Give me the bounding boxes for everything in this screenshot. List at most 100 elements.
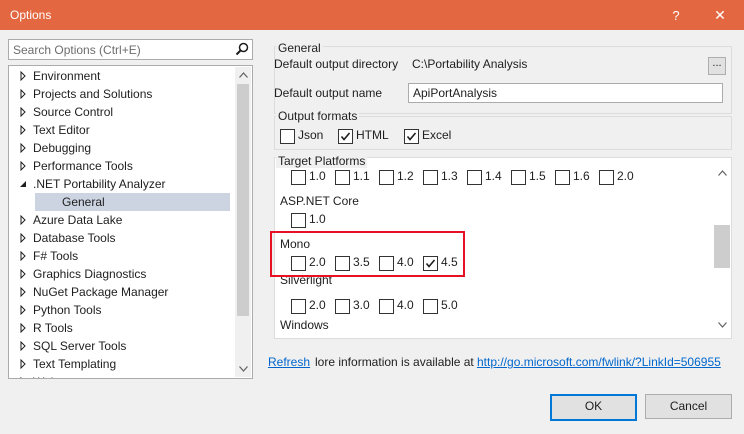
chevron-down-icon [718, 322, 727, 328]
windows-heading: Windows [280, 318, 329, 332]
collapsed-arrow-icon[interactable] [19, 251, 28, 261]
tree-item-label: Source Control [33, 105, 114, 119]
tree-item[interactable]: Web [10, 373, 233, 379]
silverlight-version-checkbox[interactable] [335, 299, 350, 314]
checkmark-icon [340, 132, 351, 141]
aspnet-version-checkbox[interactable] [291, 213, 306, 228]
platform-version-checkbox[interactable] [511, 170, 526, 185]
tree-item-label: Debugging [33, 141, 92, 155]
collapsed-arrow-icon[interactable] [19, 143, 28, 153]
tree-item-label: R Tools [33, 321, 73, 335]
options-dialog: Search Options (Ctrl+E) Environment Proje… [0, 30, 744, 434]
tree-item[interactable]: .NET Portability Analyzer [10, 175, 233, 193]
browse-button[interactable]: ... [708, 57, 726, 75]
collapsed-arrow-icon[interactable] [19, 215, 28, 225]
tree-item[interactable]: Graphics Diagnostics [10, 265, 233, 283]
tree-item[interactable]: Source Control [10, 103, 233, 121]
tree-item[interactable]: Projects and Solutions [10, 85, 233, 103]
platform-version-checkbox[interactable] [379, 170, 394, 185]
scroll-thumb[interactable] [237, 84, 249, 316]
platform-version-checkbox[interactable] [335, 170, 350, 185]
format-excel-label: Excel [422, 128, 452, 142]
tree-item[interactable]: NuGet Package Manager [10, 283, 233, 301]
refresh-link[interactable]: Refresh [268, 355, 310, 369]
help-icon: ? [672, 7, 680, 23]
platform-version-label: 1.1 [353, 169, 370, 183]
silverlight-version-checkbox[interactable] [379, 299, 394, 314]
output-dir-value: C:\Portability Analysis [412, 57, 528, 71]
collapsed-arrow-icon[interactable] [19, 341, 28, 351]
platform-version-label: 1.4 [485, 169, 502, 183]
collapsed-arrow-icon[interactable] [19, 89, 28, 99]
platform-version-label: 1.6 [573, 169, 590, 183]
tree-scrollbar[interactable] [235, 67, 251, 377]
silverlight-version-checkbox[interactable] [291, 299, 306, 314]
platform-version-checkbox[interactable] [467, 170, 482, 185]
title-bar: Options ? ✕ [0, 0, 744, 30]
collapsed-arrow-icon[interactable] [19, 269, 28, 279]
tree-item-label: Text Templating [33, 357, 117, 371]
tree-item[interactable]: Text Editor [10, 121, 233, 139]
platform-version-checkbox[interactable] [423, 170, 438, 185]
output-name-label: Default output name [274, 86, 383, 100]
tree-item[interactable]: Python Tools [10, 301, 233, 319]
tree-item[interactable]: Database Tools [10, 229, 233, 247]
format-html-checkbox[interactable] [338, 129, 353, 144]
tree-item[interactable]: General [35, 193, 230, 211]
collapsed-arrow-icon[interactable] [19, 377, 28, 379]
platform-version-checkbox[interactable] [291, 170, 306, 185]
mono-highlight-box [270, 231, 465, 277]
info-link[interactable]: http://go.microsoft.com/fwlink/?LinkId=5… [477, 355, 721, 369]
settings-panel: General Default output directory C:\Port… [268, 30, 738, 370]
ok-button[interactable]: OK [550, 394, 637, 421]
checkmark-icon [406, 132, 417, 141]
window-title: Options [10, 8, 52, 22]
collapsed-arrow-icon[interactable] [19, 287, 28, 297]
tree-item[interactable]: Text Templating [10, 355, 233, 373]
chevron-up-icon [238, 72, 248, 78]
collapsed-arrow-icon[interactable] [19, 323, 28, 333]
collapsed-arrow-icon[interactable] [19, 359, 28, 369]
options-tree[interactable]: Environment Projects and Solutions Source … [8, 65, 253, 379]
tree-item[interactable]: Debugging [10, 139, 233, 157]
format-json-label: Json [298, 128, 324, 142]
output-name-value: ApiPortAnalysis [413, 86, 498, 100]
collapsed-arrow-icon[interactable] [19, 305, 28, 315]
tree-item-label: .NET Portability Analyzer [33, 177, 166, 191]
tree-item-label: Database Tools [33, 231, 116, 245]
platforms-heading: Target Platforms [276, 154, 368, 168]
tree-item[interactable]: F# Tools [10, 247, 233, 265]
platform-version-checkbox[interactable] [555, 170, 570, 185]
tree-item-label: SQL Server Tools [33, 339, 127, 353]
collapsed-arrow-icon[interactable] [19, 107, 28, 117]
platform-version-label: 1.3 [441, 169, 458, 183]
platforms-scrollbar[interactable] [714, 158, 731, 338]
format-json-checkbox[interactable] [280, 129, 295, 144]
platform-version-label: 1.0 [309, 169, 326, 183]
browse-button-label: ... [712, 57, 722, 69]
output-name-input[interactable]: ApiPortAnalysis [408, 83, 723, 103]
tree-item[interactable]: Environment [10, 67, 233, 85]
scroll-up-button[interactable] [235, 67, 251, 83]
scroll-down-button[interactable] [235, 361, 251, 377]
search-input[interactable]: Search Options (Ctrl+E) [8, 39, 253, 60]
platforms-scroll-thumb[interactable] [714, 225, 730, 268]
collapsed-arrow-icon[interactable] [19, 233, 28, 243]
platform-version-checkbox[interactable] [599, 170, 614, 185]
silverlight-version-checkbox[interactable] [423, 299, 438, 314]
collapsed-arrow-icon[interactable] [19, 71, 28, 81]
silverlight-version-label: 4.0 [397, 298, 414, 312]
close-button[interactable]: ✕ [700, 0, 740, 30]
format-html-label: HTML [356, 128, 389, 142]
tree-item-label: Web [33, 373, 57, 378]
tree-item[interactable]: Azure Data Lake [10, 211, 233, 229]
expanded-arrow-icon[interactable] [19, 179, 28, 189]
cancel-button[interactable]: Cancel [645, 394, 732, 419]
tree-item[interactable]: R Tools [10, 319, 233, 337]
tree-item[interactable]: Performance Tools [10, 157, 233, 175]
tree-item[interactable]: SQL Server Tools [10, 337, 233, 355]
format-excel-checkbox[interactable] [404, 129, 419, 144]
collapsed-arrow-icon[interactable] [19, 125, 28, 135]
collapsed-arrow-icon[interactable] [19, 161, 28, 171]
help-button[interactable]: ? [656, 0, 696, 30]
